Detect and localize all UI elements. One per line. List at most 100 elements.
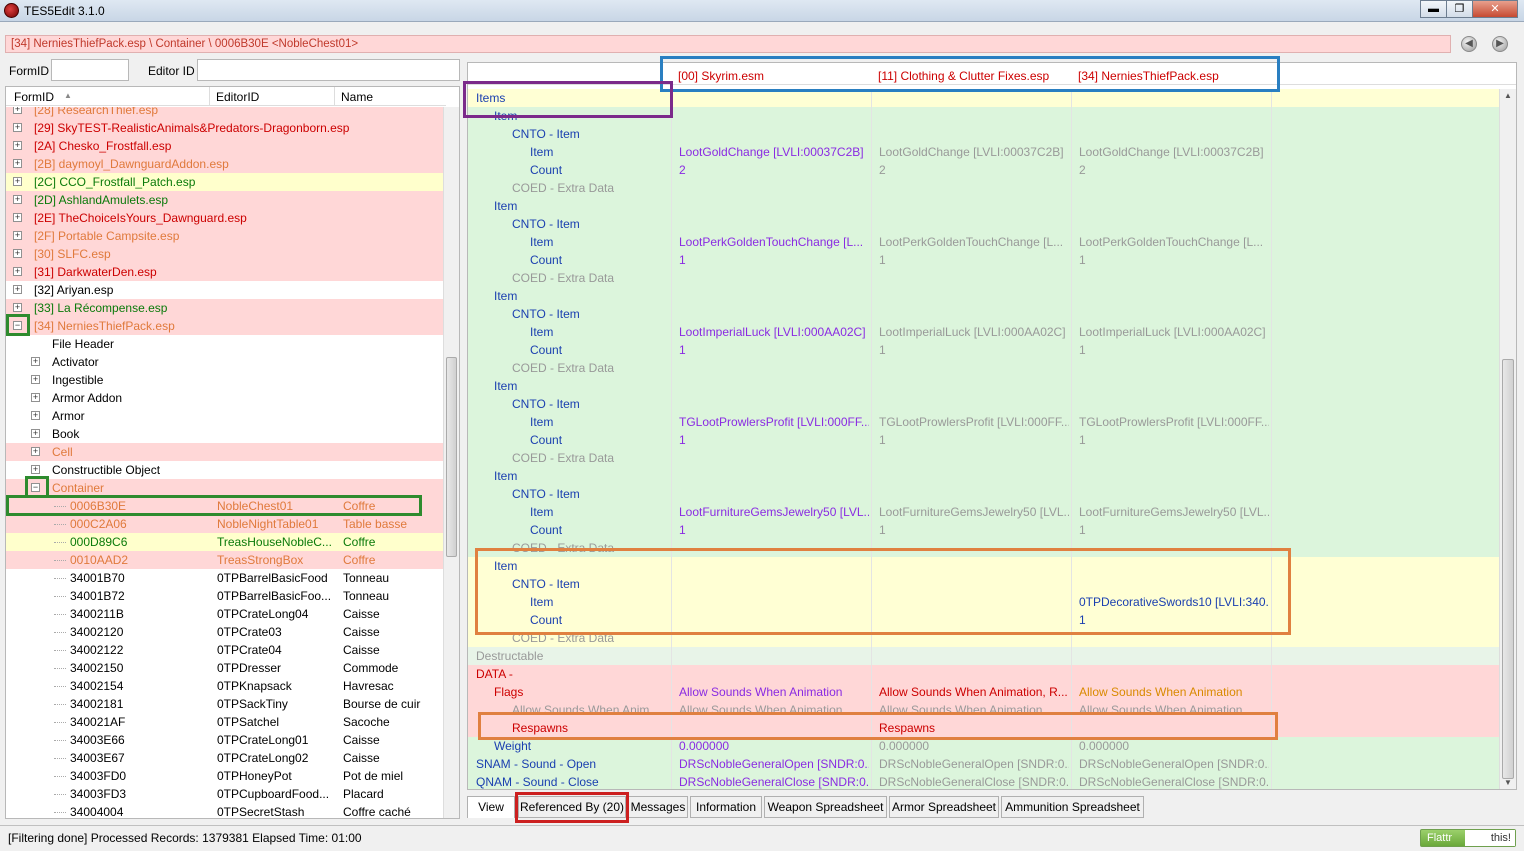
tree-record-row[interactable]: 34002154 0TPKnapsack Havresac [6, 677, 444, 695]
grid-value-cell[interactable]: 0.000000 [1079, 739, 1269, 753]
grid-row[interactable]: Item [468, 557, 1500, 575]
grid-row[interactable]: Count 1 1 1 [468, 251, 1500, 269]
tree-plugin-node[interactable]: + [29] SkyTEST-RealisticAnimals&Predators… [6, 119, 444, 137]
column-clothing-clutter-fixes[interactable]: [11] Clothing & Clutter Fixes.esp [878, 69, 1049, 83]
tab-referenced-by[interactable]: Referenced By (20) [518, 796, 626, 818]
grid-scrollbar-thumb[interactable] [1502, 359, 1514, 779]
expand-icon[interactable]: + [13, 267, 22, 276]
tree-group-node[interactable]: + Activator [6, 353, 444, 371]
tree-group-node[interactable]: − Container [6, 479, 444, 497]
tree-plugin-node[interactable]: − [34] NerniesThiefPack.esp [6, 317, 444, 335]
grid-row[interactable]: Item LootGoldChange [LVLI:00037C2B] LootGo… [468, 143, 1500, 161]
expand-icon[interactable]: + [31, 411, 40, 420]
grid-value-cell[interactable]: 1 [879, 343, 1069, 357]
grid-value-cell[interactable]: LootImperialLuck [LVLI:000AA02C] [1079, 325, 1269, 339]
grid-row[interactable]: Allow Sounds When Anim... Allow Sounds Wh… [468, 701, 1500, 719]
grid-value-cell[interactable]: DRScNobleGeneralOpen [SNDR:0... [679, 757, 869, 771]
column-editorid[interactable]: EditorID [216, 90, 259, 104]
grid-value-cell[interactable]: TGLootProwlersProfit [LVLI:000FF... [679, 415, 869, 429]
grid-value-cell[interactable]: Allow Sounds When Animation [679, 685, 869, 699]
grid-row[interactable]: Items [468, 89, 1500, 107]
tree-group-node[interactable]: + Armor Addon [6, 389, 444, 407]
tree-group-node[interactable]: File Header [6, 335, 444, 353]
grid-value-cell[interactable]: 1 [1079, 433, 1269, 447]
grid-row[interactable]: COED - Extra Data [468, 269, 1500, 287]
expand-icon[interactable]: + [13, 303, 22, 312]
grid-value-cell[interactable]: 0.000000 [679, 739, 869, 753]
tree-record-row[interactable]: 34002150 0TPDresser Commode [6, 659, 444, 677]
grid-value-cell[interactable]: Allow Sounds When Animation, R... [879, 685, 1069, 699]
grid-row[interactable]: Respawns Respawns [468, 719, 1500, 737]
grid-value-cell[interactable]: LootFurnitureGemsJewelry50 [LVL... [679, 505, 869, 519]
grid-row[interactable]: CNTO - Item [468, 485, 1500, 503]
grid-row[interactable]: Item [468, 197, 1500, 215]
grid-row[interactable]: Item [468, 287, 1500, 305]
grid-value-cell[interactable]: 2 [679, 163, 869, 177]
tree-plugin-node[interactable]: + [33] La Récompense.esp [6, 299, 444, 317]
grid-value-cell[interactable]: 1 [679, 253, 869, 267]
tree-record-row[interactable]: 34002181 0TPSackTiny Bourse de cuir [6, 695, 444, 713]
tab-weapon-spreadsheet[interactable]: Weapon Spreadsheet [764, 796, 887, 818]
grid-value-cell[interactable]: 1 [1079, 343, 1269, 357]
grid-value-cell[interactable]: 1 [879, 433, 1069, 447]
grid-value-cell[interactable]: 2 [1079, 163, 1269, 177]
tree-scrollbar[interactable] [443, 107, 459, 818]
tree-record-row[interactable]: 34003E66 0TPCrateLong01 Caisse [6, 731, 444, 749]
tree-group-node[interactable]: + Ingestible [6, 371, 444, 389]
grid-value-cell[interactable]: Allow Sounds When Animation [1079, 703, 1269, 717]
tree-record-row[interactable]: 34002120 0TPCrate03 Caisse [6, 623, 444, 641]
grid-value-cell[interactable]: LootGoldChange [LVLI:00037C2B] [879, 145, 1069, 159]
tree-plugin-node[interactable]: + [2A] Chesko_Frostfall.esp [6, 137, 444, 155]
tree-record-row[interactable]: 34001B70 0TPBarrelBasicFood Tonneau [6, 569, 444, 587]
grid-row[interactable]: Item TGLootProwlersProfit [LVLI:000FF... T… [468, 413, 1500, 431]
expand-icon[interactable]: + [13, 285, 22, 294]
tree-plugin-node[interactable]: + [2D] AshlandAmulets.esp [6, 191, 444, 209]
tree-group-node[interactable]: + Cell [6, 443, 444, 461]
tree-plugin-node[interactable]: + [2E] TheChoiceIsYours_Dawnguard.esp [6, 209, 444, 227]
expand-icon[interactable]: + [13, 213, 22, 222]
tree-group-node[interactable]: + Constructible Object [6, 461, 444, 479]
tree-plugin-node[interactable]: + [2C] CCO_Frostfall_Patch.esp [6, 173, 444, 191]
grid-value-cell[interactable]: 1 [1079, 613, 1269, 627]
grid-value-cell[interactable]: Allow Sounds When Animation [679, 703, 869, 717]
column-name[interactable]: Name [341, 90, 373, 104]
grid-row[interactable]: Flags Allow Sounds When Animation Allow So… [468, 683, 1500, 701]
grid-value-cell[interactable]: DRScNobleGeneralOpen [SNDR:0... [879, 757, 1069, 771]
expand-icon[interactable]: + [13, 159, 22, 168]
expand-icon[interactable]: + [13, 195, 22, 204]
grid-scrollbar[interactable]: ▲ ▼ [1499, 89, 1516, 789]
grid-value-cell[interactable]: Respawns [879, 721, 1069, 735]
grid-value-cell[interactable]: Allow Sounds When Animation [1079, 685, 1269, 699]
grid-row[interactable]: Item LootImperialLuck [LVLI:000AA02C] Loot… [468, 323, 1500, 341]
expand-icon[interactable]: + [13, 231, 22, 240]
expand-icon[interactable]: + [31, 465, 40, 474]
grid-row[interactable]: COED - Extra Data [468, 359, 1500, 377]
expand-icon[interactable]: + [13, 141, 22, 150]
grid-row[interactable]: Weight 0.000000 0.000000 0.000000 [468, 737, 1500, 755]
grid-row[interactable]: Count 1 1 1 [468, 521, 1500, 539]
grid-row[interactable]: CNTO - Item [468, 575, 1500, 593]
column-nerniesthiefpack[interactable]: [34] NerniesThiefPack.esp [1078, 69, 1219, 83]
grid-row[interactable]: Item 0TPDecorativeSwords10 [LVLI:340... [468, 593, 1500, 611]
grid-row[interactable]: CNTO - Item [468, 305, 1500, 323]
grid-value-cell[interactable]: LootImperialLuck [LVLI:000AA02C] [679, 325, 869, 339]
tab-view[interactable]: View [467, 796, 515, 818]
tree-record-row[interactable]: 000D89C6 TreasHouseNobleC... Coffre [6, 533, 444, 551]
grid-row[interactable]: Count 1 1 1 [468, 341, 1500, 359]
expand-icon[interactable]: + [31, 393, 40, 402]
grid-value-cell[interactable]: LootFurnitureGemsJewelry50 [LVL... [1079, 505, 1269, 519]
expand-icon[interactable]: + [13, 123, 22, 132]
collapse-icon[interactable]: − [31, 483, 40, 492]
grid-row[interactable]: Item [468, 467, 1500, 485]
grid-row[interactable]: Item [468, 107, 1500, 125]
tree-record-row[interactable]: 34003E67 0TPCrateLong02 Caisse [6, 749, 444, 767]
grid-row[interactable]: CNTO - Item [468, 215, 1500, 233]
grid-row[interactable]: DATA - [468, 665, 1500, 683]
expand-icon[interactable]: + [13, 107, 22, 114]
flattr-button[interactable]: Flattr this! [1420, 829, 1516, 847]
grid-row[interactable]: COED - Extra Data [468, 449, 1500, 467]
grid-value-cell[interactable]: LootGoldChange [LVLI:00037C2B] [679, 145, 869, 159]
grid-value-cell[interactable]: LootGoldChange [LVLI:00037C2B] [1079, 145, 1269, 159]
tab-messages[interactable]: Messages [628, 796, 688, 818]
grid-row[interactable]: COED - Extra Data [468, 629, 1500, 647]
